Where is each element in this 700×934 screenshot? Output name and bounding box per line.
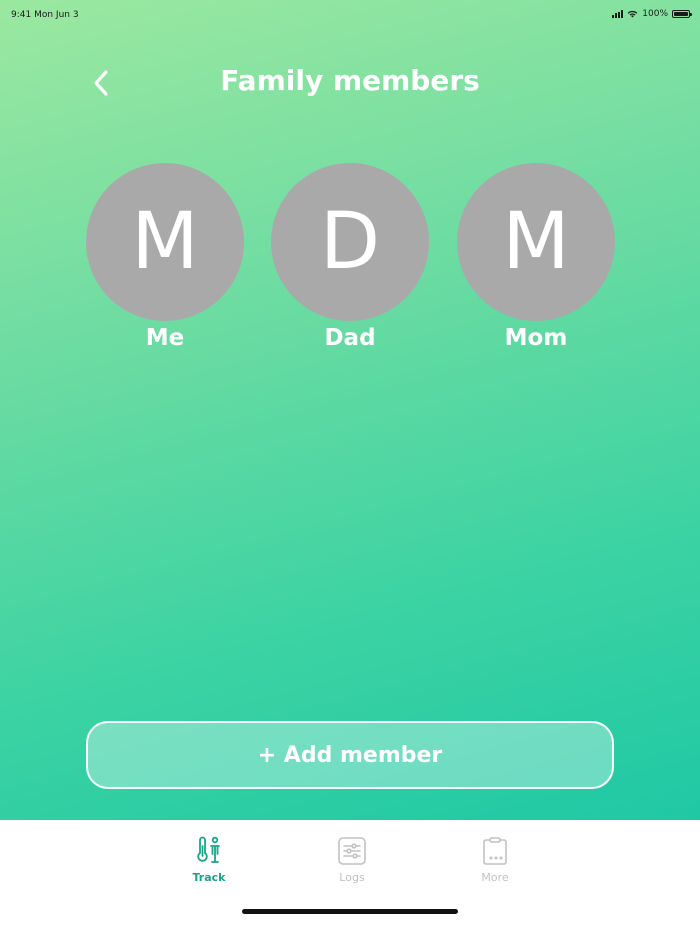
back-button[interactable] [84,66,118,100]
tab-label: Track [192,871,226,884]
member-dad[interactable]: D Dad [271,163,429,351]
status-time: 9:41 Mon Jun 3 [11,10,79,20]
signal-icon [612,10,624,18]
tab-track[interactable]: Track [169,836,249,884]
status-date: Mon Jun 3 [34,10,79,20]
member-mom[interactable]: M Mom [457,163,615,351]
avatar: M [86,163,244,321]
home-indicator [242,909,458,914]
status-bar: 9:41 Mon Jun 3 100% [0,0,700,30]
member-name: Mom [504,325,568,351]
wifi-icon [627,10,638,18]
background-gradient [0,0,700,820]
avatar: D [271,163,429,321]
avatar-initial: D [319,197,381,287]
clipboard-icon [483,837,507,865]
sliders-icon [338,837,366,865]
member-name: Me [145,325,185,351]
member-me[interactable]: M Me [86,163,244,351]
member-name: Dad [324,325,376,351]
avatar: M [457,163,615,321]
chevron-left-icon [94,70,108,96]
status-clock: 9:41 [11,10,32,20]
tab-label: More [481,871,509,884]
tab-more[interactable]: More [455,836,535,884]
status-indicators: 100% [612,9,692,19]
tab-label: Logs [339,871,365,884]
screen: 9:41 Mon Jun 3 100% Family members M Me … [0,0,700,934]
avatar-initial: M [502,197,570,287]
tab-bar: Track Logs More [0,820,700,934]
add-member-button[interactable]: + Add member [86,721,614,789]
battery-icon [672,10,692,18]
avatar-initial: M [131,197,199,287]
tab-logs[interactable]: Logs [312,836,392,884]
battery-percent: 100% [642,9,668,19]
thermometer-person-icon [197,836,220,863]
add-member-label: + Add member [257,742,443,768]
